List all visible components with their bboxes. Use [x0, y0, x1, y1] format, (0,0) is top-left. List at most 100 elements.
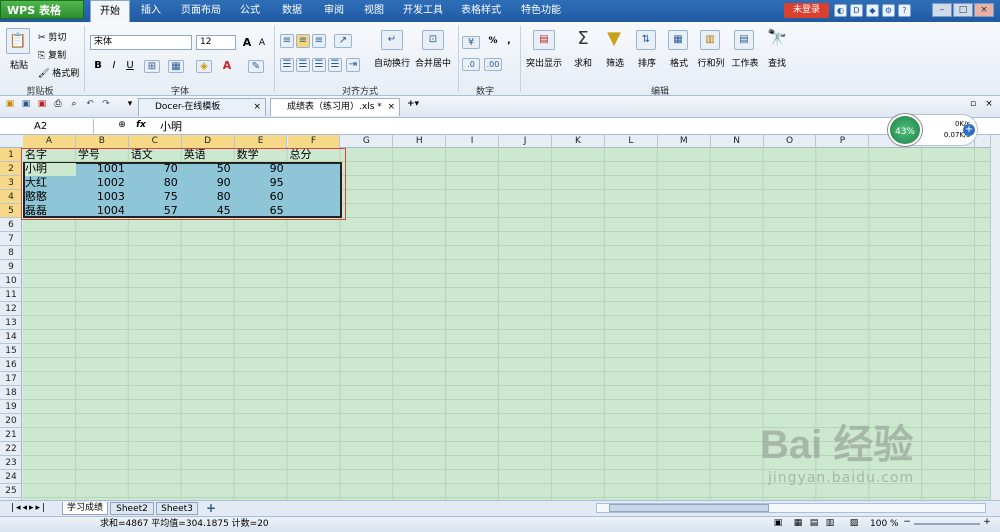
- close-icon[interactable]: ×: [253, 99, 261, 116]
- header-cell[interactable]: 语文: [131, 148, 153, 162]
- tab-start[interactable]: 开始: [90, 0, 130, 22]
- column-header-K[interactable]: K: [552, 135, 605, 148]
- row-header-12[interactable]: 12: [0, 302, 22, 316]
- decrease-decimal-icon[interactable]: .00: [484, 58, 502, 71]
- customize-icon[interactable]: ▾: [124, 99, 136, 109]
- align-top-icon[interactable]: ≡: [280, 34, 294, 48]
- value-cell[interactable]: 1001: [80, 162, 125, 176]
- tab-view[interactable]: 视图: [358, 0, 390, 22]
- value-cell[interactable]: 60: [239, 190, 284, 204]
- tab-insert[interactable]: 插入: [134, 0, 168, 22]
- clear-format-icon[interactable]: ✎: [248, 60, 264, 73]
- sheet-nav-icon[interactable]: |◂◂▸▸|: [4, 503, 54, 513]
- currency-icon[interactable]: ¥: [462, 36, 480, 49]
- format-icon[interactable]: ▦: [668, 30, 688, 50]
- zoom-slider[interactable]: [914, 523, 980, 525]
- worksheet-icon[interactable]: ▤: [734, 30, 754, 50]
- merge-center-icon[interactable]: ⊡: [422, 30, 444, 50]
- formula-input[interactable]: 小明: [160, 120, 860, 134]
- value-cell[interactable]: 90: [186, 176, 231, 190]
- tab-developer[interactable]: 开发工具: [398, 0, 448, 22]
- value-cell[interactable]: 65: [239, 204, 284, 218]
- column-header-A[interactable]: A: [23, 135, 76, 148]
- header-cell[interactable]: 总分: [290, 148, 312, 162]
- row-header-1[interactable]: 1: [0, 148, 22, 162]
- row-header-20[interactable]: 20: [0, 414, 22, 428]
- filter-icon[interactable]: ▼: [603, 28, 625, 49]
- page-break-view-icon[interactable]: ▥: [824, 518, 836, 528]
- row-header-22[interactable]: 22: [0, 442, 22, 456]
- underline-button[interactable]: U: [124, 60, 136, 71]
- name-cell[interactable]: 小明: [25, 162, 47, 176]
- sheet-tab-grades[interactable]: 学习成绩: [62, 502, 108, 515]
- row-header-2[interactable]: 2: [0, 162, 22, 176]
- fill-color-icon[interactable]: ◈: [196, 60, 212, 73]
- skin-icon[interactable]: ◐: [834, 4, 847, 17]
- align-center-icon[interactable]: ☰: [296, 58, 310, 72]
- minimize-button[interactable]: –: [932, 3, 952, 17]
- highlight-button[interactable]: 突出显示: [524, 56, 564, 69]
- value-cell[interactable]: 95: [239, 176, 284, 190]
- value-cell[interactable]: 80: [133, 176, 178, 190]
- merge-center-button[interactable]: 合并居中: [412, 56, 454, 69]
- save-icon[interactable]: ▣: [20, 99, 32, 109]
- find-icon[interactable]: 🔭: [766, 28, 788, 47]
- redo-icon[interactable]: ↷: [100, 99, 112, 109]
- highlight-icon[interactable]: ▤: [533, 30, 555, 50]
- row-header-11[interactable]: 11: [0, 288, 22, 302]
- font-color-icon[interactable]: A: [220, 59, 234, 72]
- zoom-icon[interactable]: ⊕: [116, 120, 128, 130]
- rows-columns-button[interactable]: 行和列: [696, 56, 726, 69]
- column-header-D[interactable]: D: [181, 135, 235, 148]
- header-cell[interactable]: 英语: [184, 148, 206, 162]
- print-icon[interactable]: ⎙: [52, 99, 64, 109]
- column-header-G[interactable]: G: [340, 135, 394, 148]
- normal-view-icon[interactable]: ▦: [792, 518, 804, 528]
- column-header-E[interactable]: E: [234, 135, 288, 148]
- column-header-L[interactable]: L: [605, 135, 658, 148]
- row-header-24[interactable]: 24: [0, 470, 22, 484]
- help-icon[interactable]: ?: [898, 4, 911, 17]
- orientation-icon[interactable]: ↗: [334, 34, 352, 48]
- italic-button[interactable]: I: [108, 60, 120, 71]
- sheet-tab-sheet2[interactable]: Sheet2: [110, 502, 154, 515]
- column-header-B[interactable]: B: [75, 135, 129, 148]
- sort-icon[interactable]: ⇅: [636, 30, 656, 50]
- row-header-9[interactable]: 9: [0, 260, 22, 274]
- close-doc-icon[interactable]: ×: [984, 99, 994, 109]
- tab-table-style[interactable]: 表格样式: [456, 0, 506, 22]
- name-box[interactable]: A2: [0, 119, 94, 134]
- column-header-O[interactable]: O: [764, 135, 817, 148]
- percent-button[interactable]: %: [486, 36, 500, 46]
- row-header-10[interactable]: 10: [0, 274, 22, 288]
- cut-button[interactable]: ✂ 剪切: [38, 30, 88, 43]
- paste-icon[interactable]: 📋: [6, 28, 30, 54]
- border-icon[interactable]: ⊞: [144, 60, 160, 73]
- column-header-P[interactable]: P: [817, 135, 870, 148]
- find-button[interactable]: 查找: [764, 56, 790, 69]
- undo-icon[interactable]: ↶: [84, 99, 96, 109]
- name-cell[interactable]: 憨憨: [25, 190, 47, 204]
- wrap-text-button[interactable]: 自动换行: [371, 56, 413, 69]
- tab-page-layout[interactable]: 页面布局: [176, 0, 226, 22]
- horizontal-scrollbar[interactable]: [596, 503, 986, 513]
- shield-icon[interactable]: ◆: [866, 4, 879, 17]
- align-middle-icon[interactable]: ≡: [296, 34, 310, 48]
- sum-button[interactable]: 求和: [570, 56, 596, 69]
- wps-app-button[interactable]: WPS 表格: [0, 0, 84, 19]
- row-header-21[interactable]: 21: [0, 428, 22, 442]
- maximize-button[interactable]: □: [953, 3, 973, 17]
- page-layout-view-icon[interactable]: ▤: [808, 518, 820, 528]
- value-cell[interactable]: 50: [186, 162, 231, 176]
- row-header-5[interactable]: 5: [0, 204, 22, 218]
- value-cell[interactable]: 57: [133, 204, 178, 218]
- paste-label[interactable]: 粘贴: [6, 58, 32, 71]
- add-sheet-button[interactable]: +: [204, 501, 218, 515]
- align-left-icon[interactable]: ☰: [280, 58, 294, 72]
- value-cell[interactable]: 75: [133, 190, 178, 204]
- tab-formula[interactable]: 公式: [234, 0, 266, 22]
- pdf-icon[interactable]: ▣: [36, 99, 48, 109]
- row-header-17[interactable]: 17: [0, 372, 22, 386]
- row-header-25[interactable]: 25: [0, 484, 22, 498]
- sum-icon[interactable]: Σ: [572, 28, 594, 49]
